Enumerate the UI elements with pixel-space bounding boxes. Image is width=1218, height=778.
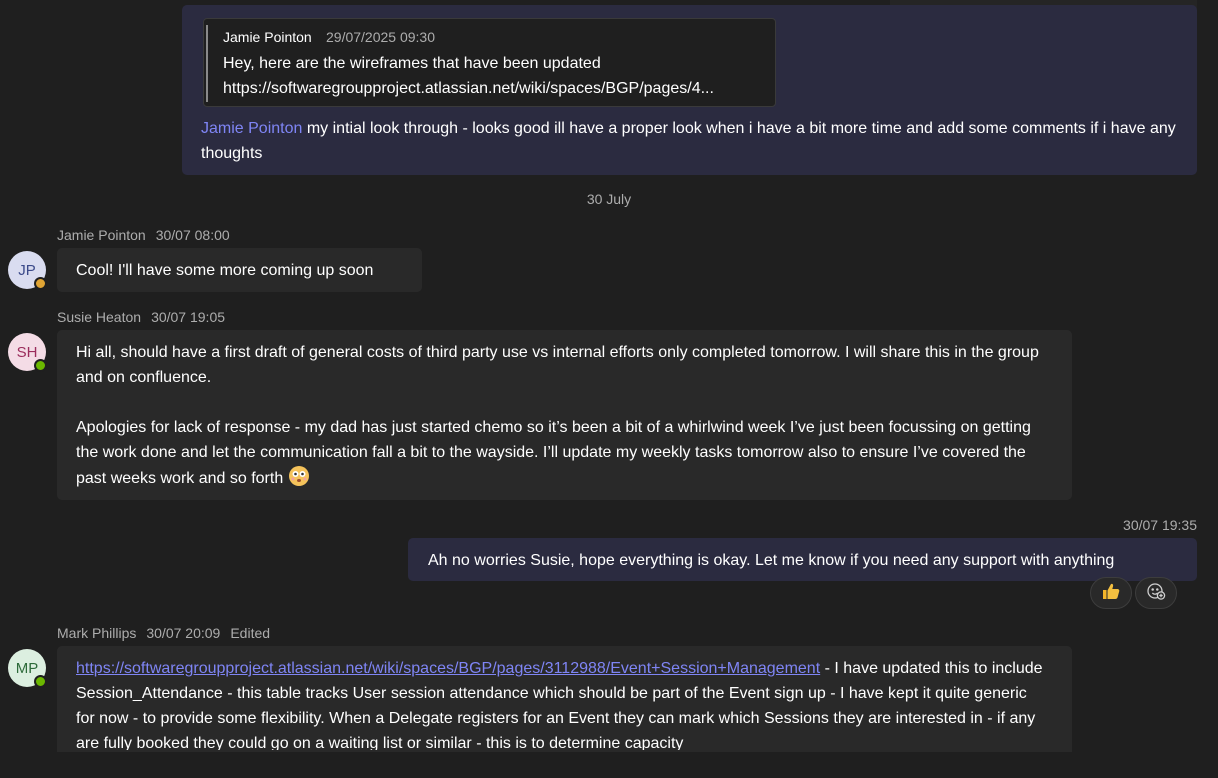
message-header: Jamie Pointon 30/07 08:00 — [57, 227, 230, 243]
add-reaction-icon — [1146, 581, 1166, 606]
message-text: https://softwaregroupproject.atlassian.n… — [76, 656, 1046, 750]
emoji-icon — [288, 465, 310, 487]
message-timestamp: 30/07 08:00 — [155, 227, 230, 243]
own-message-text: Jamie Pointon my intial look through - l… — [201, 116, 1186, 166]
message-paragraph-text: Apologies for lack of response - my dad … — [76, 419, 1031, 487]
quote-bar — [206, 25, 208, 102]
avatar-initials: MP — [15, 659, 39, 677]
message-header: Susie Heaton 30/07 19:05 — [57, 309, 225, 325]
date-divider: 30 July — [586, 191, 632, 207]
confluence-link[interactable]: https://softwaregroupproject.atlassian.n… — [76, 660, 820, 677]
own-message-text: Ah no worries Susie, hope everything is … — [428, 552, 1115, 569]
clip-mask — [57, 752, 1218, 778]
edited-label: Edited — [230, 625, 271, 641]
own-message-body: my intial look through - looks good ill … — [201, 120, 1176, 162]
presence-available-icon — [34, 359, 47, 372]
message-paragraph: Apologies for lack of response - my dad … — [76, 415, 1056, 491]
reaction-like-button[interactable] — [1090, 577, 1132, 609]
avatar-initials: SH — [16, 343, 38, 361]
message-timestamp: 30/07 20:09 — [146, 625, 221, 641]
author-name: Susie Heaton — [57, 309, 142, 325]
avatar-initials: JP — [18, 261, 36, 279]
quote-text: Hey, here are the wireframes that have b… — [223, 51, 714, 101]
quote-timestamp: 29/07/2025 09:30 — [326, 29, 435, 45]
add-reaction-button[interactable] — [1135, 577, 1177, 609]
quote-line-1: Hey, here are the wireframes that have b… — [223, 55, 601, 72]
message-header: Mark Phillips 30/07 20:09 Edited — [57, 625, 270, 641]
message-timestamp: 30/07 19:05 — [151, 309, 226, 325]
author-name: Mark Phillips — [57, 625, 137, 641]
author-name: Jamie Pointon — [57, 227, 146, 243]
presence-available-icon — [34, 675, 47, 688]
own-message-timestamp: 30/07 19:35 — [1123, 517, 1197, 533]
thumbs-up-icon — [1101, 581, 1121, 606]
message-text: Cool! I'll have some more coming up soon — [76, 262, 374, 279]
mention[interactable]: Jamie Pointon — [201, 120, 302, 137]
quote-author: Jamie Pointon — [223, 29, 312, 45]
presence-away-icon — [34, 277, 47, 290]
quote-line-2: https://softwaregroupproject.atlassian.n… — [223, 80, 714, 97]
message-text: Hi all, should have a first draft of gen… — [76, 340, 1056, 491]
message-paragraph: Hi all, should have a first draft of gen… — [76, 344, 1039, 386]
